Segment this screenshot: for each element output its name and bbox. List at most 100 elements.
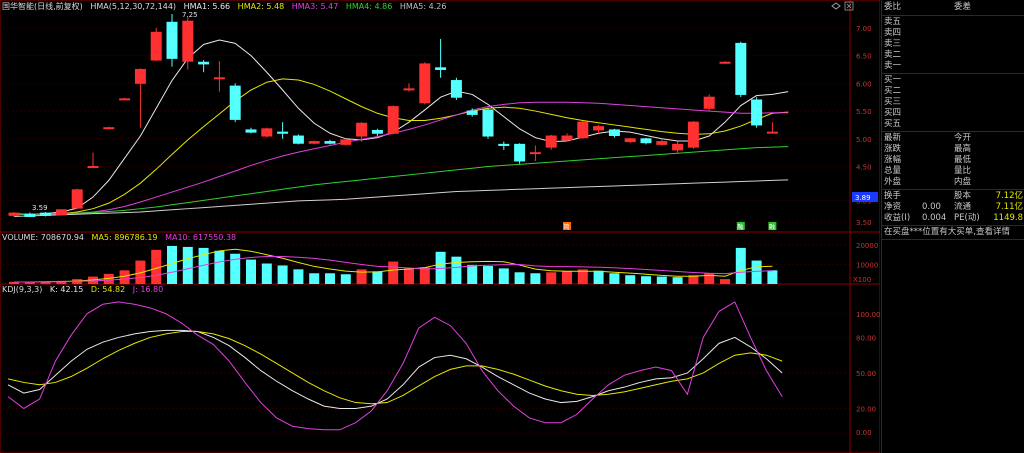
sell-1-row[interactable]: 卖一 — [882, 61, 1024, 72]
volume-pane[interactable]: VOLUME: 708670.94 MA5: 896786.19 MA10: 6… — [0, 232, 880, 284]
sell-4-row[interactable]: 卖四 — [882, 28, 1024, 39]
close-icon[interactable] — [844, 1, 854, 11]
candle[interactable] — [624, 137, 636, 144]
big-order-text[interactable]: 在买盘***位置有大买单,查看详情 — [884, 227, 1010, 238]
volume-bar[interactable] — [498, 268, 509, 284]
candle[interactable] — [498, 141, 510, 150]
sell-2-row[interactable]: 卖二 — [882, 50, 1024, 61]
event-marker[interactable]: 融 — [736, 222, 745, 231]
price-pane[interactable]: 国华智能(日线,前复权) HMA(5,12,30,72,144) HMA1: 5… — [0, 0, 880, 232]
volume-bar[interactable] — [261, 263, 272, 285]
candle[interactable] — [198, 60, 210, 73]
volume-bar[interactable] — [530, 273, 541, 284]
volume-bar[interactable] — [625, 275, 636, 284]
sell-5-row[interactable]: 卖五 — [882, 17, 1024, 28]
volume-bar[interactable] — [404, 268, 414, 284]
event-marker[interactable]: 融 — [768, 222, 777, 231]
candle[interactable] — [324, 139, 336, 145]
candle[interactable] — [24, 212, 36, 218]
candle[interactable] — [703, 94, 715, 112]
candle[interactable] — [277, 122, 289, 139]
candle[interactable] — [229, 83, 241, 123]
candle[interactable] — [751, 97, 763, 128]
candle[interactable] — [87, 152, 99, 169]
buy-3-row[interactable]: 买三 — [882, 97, 1024, 108]
volume-bar[interactable] — [325, 273, 335, 284]
event-marker[interactable]: 简 — [563, 222, 571, 231]
volume-bar[interactable] — [656, 276, 667, 284]
volume-bar[interactable] — [767, 270, 778, 284]
buy-1-row[interactable]: 买一 — [882, 75, 1024, 86]
candle[interactable] — [419, 62, 431, 105]
candle[interactable] — [387, 105, 399, 135]
candle[interactable] — [40, 212, 52, 217]
kdj-chart[interactable]: 100.00 80.00 50.00 20.00 0.00 — [0, 284, 880, 453]
buy-5-row[interactable]: 买五 — [882, 119, 1024, 130]
candle[interactable] — [719, 61, 731, 64]
volume-bar[interactable] — [309, 273, 320, 284]
volume-bar[interactable] — [735, 247, 746, 284]
candle[interactable] — [687, 121, 699, 149]
volume-bar[interactable] — [182, 246, 193, 284]
candle[interactable] — [672, 141, 684, 153]
candle[interactable] — [292, 134, 304, 145]
volume-bar[interactable] — [388, 261, 399, 284]
candle[interactable] — [119, 97, 131, 101]
candle[interactable] — [71, 188, 83, 209]
volume-bar[interactable] — [751, 260, 762, 284]
candle[interactable] — [514, 143, 526, 164]
volume-bar[interactable] — [214, 250, 225, 284]
kdj-pane[interactable]: KDJ(9,3,3) K: 42.15 D: 54.82 J: 16.80 10… — [0, 284, 880, 453]
volume-bar[interactable] — [419, 267, 430, 284]
candle[interactable] — [340, 138, 352, 146]
candle[interactable] — [403, 83, 415, 92]
volume-bar[interactable] — [672, 277, 683, 284]
candle[interactable] — [150, 27, 162, 62]
candle[interactable] — [640, 137, 652, 145]
volume-bar[interactable] — [372, 271, 383, 284]
candle[interactable] — [450, 77, 462, 100]
volume-bar[interactable] — [230, 253, 241, 284]
candle[interactable] — [182, 16, 194, 70]
big-order-notice[interactable]: 在买盘***位置有大买单,查看详情 — [882, 227, 1024, 238]
volume-bar[interactable] — [609, 273, 620, 284]
buy-2-row[interactable]: 买二 — [882, 86, 1024, 97]
candle[interactable] — [245, 127, 257, 134]
candle[interactable] — [766, 122, 778, 134]
volume-bar[interactable] — [340, 274, 351, 284]
buy-4-row[interactable]: 买四 — [882, 108, 1024, 119]
candle[interactable] — [308, 140, 320, 145]
candle[interactable] — [103, 126, 115, 130]
volume-bar[interactable] — [704, 273, 715, 284]
candle[interactable] — [545, 134, 557, 150]
volume-bar[interactable] — [451, 256, 462, 284]
candle[interactable] — [577, 121, 589, 139]
volume-bar[interactable] — [483, 266, 493, 284]
volume-bar[interactable] — [246, 259, 256, 284]
candle[interactable] — [561, 133, 573, 142]
volume-bar[interactable] — [562, 271, 572, 284]
candle[interactable] — [261, 127, 273, 138]
volume-bar[interactable] — [467, 264, 478, 284]
volume-bar[interactable] — [277, 265, 288, 284]
volume-bar[interactable] — [546, 272, 557, 284]
candle[interactable] — [608, 128, 620, 138]
candle[interactable] — [371, 128, 383, 137]
candle[interactable] — [134, 68, 146, 128]
candle[interactable] — [482, 107, 494, 139]
candle[interactable] — [213, 61, 225, 92]
candle[interactable] — [735, 41, 747, 98]
sell-3-row[interactable]: 卖三 — [882, 39, 1024, 50]
candle[interactable] — [55, 209, 67, 216]
candle[interactable] — [166, 14, 178, 67]
settings-icon[interactable] — [831, 2, 841, 10]
volume-bar[interactable] — [641, 276, 651, 284]
candle[interactable] — [529, 145, 541, 161]
candle[interactable] — [593, 124, 605, 134]
candlestick-chart[interactable]: 7.00 6.50 6.00 5.50 5.00 4.50 3.89 3.50 7.25 3.… — [0, 0, 880, 232]
volume-bar[interactable] — [514, 272, 525, 284]
candle[interactable] — [435, 38, 447, 78]
volume-bar[interactable] — [593, 270, 604, 284]
volume-bar[interactable] — [293, 269, 304, 284]
candle[interactable] — [656, 138, 668, 146]
